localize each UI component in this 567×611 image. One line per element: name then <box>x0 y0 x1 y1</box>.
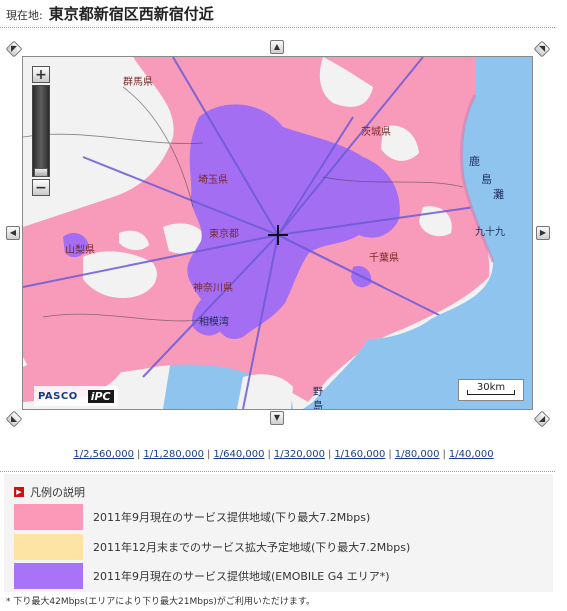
legend-panel: ▶ 凡例の説明 2011年9月現在のサービス提供地域(下り最大7.2Mbps) … <box>4 474 553 592</box>
map-label-kashima-2: 島 <box>481 172 492 186</box>
pan-northeast-button[interactable]: ◥ <box>533 40 551 58</box>
pan-northwest-button[interactable]: ◤ <box>5 40 23 58</box>
play-icon: ▶ <box>14 487 24 497</box>
legend-header: ▶ 凡例の説明 <box>14 484 85 500</box>
map-label-tokyo: 東京都 <box>209 227 239 240</box>
map-label-nojima-2: 島 <box>313 399 323 409</box>
pan-west-button[interactable]: ◀ <box>6 226 20 240</box>
footnote: * 下り最大42Mbps(エリアにより下り最大21Mbps)がご利用いただけます… <box>6 597 315 607</box>
pan-southwest-button[interactable]: ◣ <box>5 410 23 428</box>
map-label-saitama: 埼玉県 <box>198 173 228 186</box>
map-canvas: 群馬県 茨城県 埼玉県 鹿 島 灘 東京都 九十九 山梨県 千葉県 神奈川県 相… <box>23 57 532 409</box>
divider <box>0 27 555 28</box>
map-label-kujukuri: 九十九 <box>475 225 505 238</box>
map-label-kanagawa: 神奈川県 <box>193 281 233 294</box>
map-label-nojima-1: 野 <box>313 386 323 398</box>
current-location-label: 現在地: <box>6 9 43 22</box>
legend-swatch-purple <box>14 563 83 589</box>
zoom-in-button[interactable]: + <box>32 66 50 83</box>
divider <box>0 471 555 472</box>
legend-item: 2011年9月現在のサービス提供地域(下り最大7.2Mbps) <box>14 504 544 530</box>
scale-link-160000[interactable]: 1/160,000 <box>334 449 385 460</box>
scale-link-1280000[interactable]: 1/1,280,000 <box>143 449 204 460</box>
pan-north-button[interactable]: ▲ <box>270 40 284 54</box>
legend-swatch-pink <box>14 504 83 530</box>
map-label-gunma: 群馬県 <box>123 75 153 88</box>
map-label-chiba: 千葉県 <box>369 251 399 264</box>
coverage-map[interactable]: 群馬県 茨城県 埼玉県 鹿 島 灘 東京都 九十九 山梨県 千葉県 神奈川県 相… <box>22 56 533 410</box>
legend-item-label: 2011年9月現在のサービス提供地域(下り最大7.2Mbps) <box>93 511 371 524</box>
pan-south-button[interactable]: ▼ <box>270 411 284 425</box>
pan-southeast-button[interactable]: ◢ <box>533 410 551 428</box>
pasco-logo: PASCO <box>38 390 78 402</box>
pan-east-button[interactable]: ▶ <box>536 226 550 240</box>
map-label-kashima-3: 灘 <box>493 188 504 201</box>
zoom-control: + − <box>32 66 50 196</box>
scale-link-640000[interactable]: 1/640,000 <box>213 449 264 460</box>
scale-link-320000[interactable]: 1/320,000 <box>274 449 325 460</box>
scale-bar-line <box>467 390 515 395</box>
zoom-slider[interactable] <box>32 85 50 177</box>
legend-title: 凡例の説明 <box>30 486 85 499</box>
legend-item-label: 2011年12月末までのサービス拡大予定地域(下り最大7.2Mbps) <box>93 541 411 554</box>
scale-link-80000[interactable]: 1/80,000 <box>395 449 440 460</box>
map-label-sagami-bay: 相模湾 <box>199 315 229 328</box>
ipc-logo: iPC <box>87 389 114 403</box>
map-credits: PASCO iPC <box>34 386 118 406</box>
map-label-ibaraki: 茨城県 <box>361 125 391 138</box>
map-label-yamanashi: 山梨県 <box>65 243 95 256</box>
legend-item: 2011年12月末までのサービス拡大予定地域(下り最大7.2Mbps) <box>14 534 544 560</box>
current-location: 現在地: 東京都新宿区西新宿付近 <box>6 3 214 25</box>
scale-link-2560000[interactable]: 1/2,560,000 <box>73 449 134 460</box>
legend-item: 2011年9月現在のサービス提供地域(EMOBILE G4 エリア*) <box>14 563 544 589</box>
zoom-out-button[interactable]: − <box>32 179 50 196</box>
current-location-value: 東京都新宿区西新宿付近 <box>48 5 214 23</box>
scale-link-40000[interactable]: 1/40,000 <box>449 449 494 460</box>
legend-swatch-yellow <box>14 534 83 560</box>
legend-item-label: 2011年9月現在のサービス提供地域(EMOBILE G4 エリア*) <box>93 570 390 583</box>
zoom-slider-thumb[interactable] <box>34 168 48 177</box>
scale-links: 1/2,560,000 | 1/1,280,000 | 1/640,000 | 1/320,… <box>73 449 494 460</box>
scale-bar: 30km <box>458 379 524 401</box>
map-label-kashima-1: 鹿 <box>469 154 480 168</box>
